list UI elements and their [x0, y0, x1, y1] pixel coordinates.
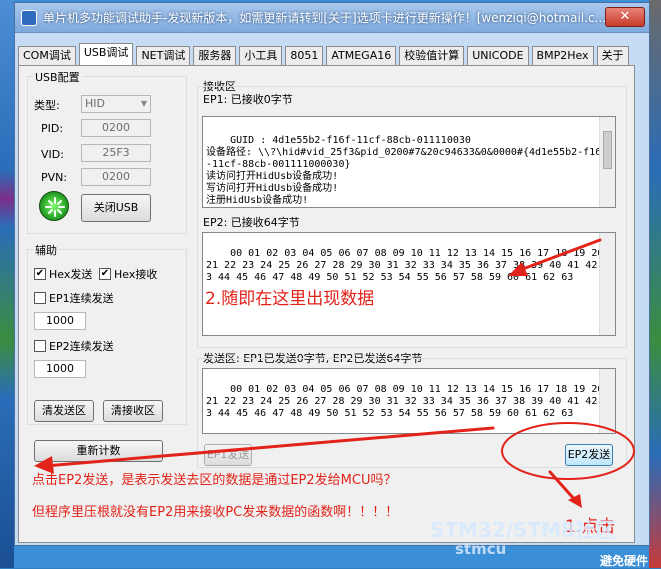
watermark-line1: STM32/STM8社区: [430, 518, 615, 542]
annotation-question-1: 点击EP2发送，是表示发送去区的数据是通过EP2发给MCU吗？: [32, 473, 397, 488]
arrow-line-to-ep2-recv: [518, 238, 602, 272]
annotation-ep2-appear: 2.随即在这里出现数据: [205, 289, 375, 309]
arrow-line-to-question: [43, 426, 495, 468]
arrow-head-icon: [508, 262, 528, 276]
annotation-question-2: 但程序里压根就没有EP2用来接收PC发来数据的函数啊！！！！: [32, 505, 399, 520]
watermark-line2: stmcu: [455, 540, 507, 558]
ep2-highlight-circle: [501, 422, 635, 480]
desktop-corner-text: 避免硬件: [600, 554, 649, 568]
arrow-line-to-click-hint: [548, 470, 577, 502]
